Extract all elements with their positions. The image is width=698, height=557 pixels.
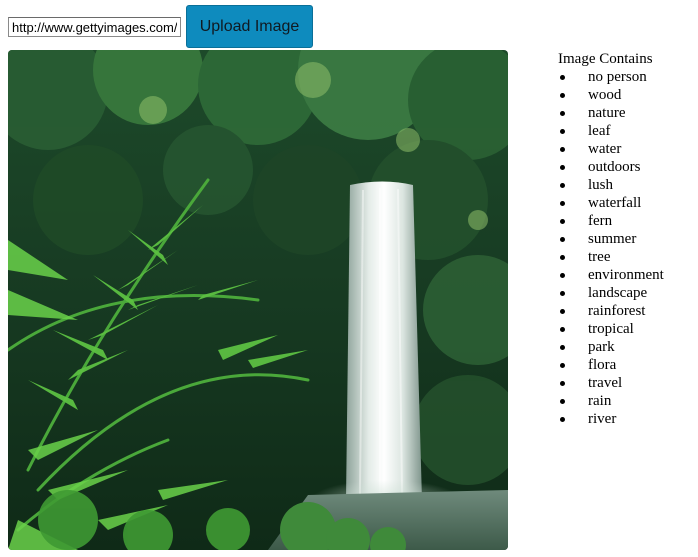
tag-item: travel <box>558 374 664 392</box>
tag-label: tree <box>588 249 611 265</box>
upload-image-button[interactable]: Upload Image <box>186 5 313 48</box>
tag-label: landscape <box>588 285 648 301</box>
bullet-icon <box>560 327 565 332</box>
tag-item: landscape <box>558 284 664 302</box>
tag-label: water <box>588 141 622 157</box>
tag-label: wood <box>588 87 622 103</box>
bullet-icon <box>560 381 565 386</box>
bullet-icon <box>560 237 565 242</box>
tag-item: leaf <box>558 122 664 140</box>
tag-label: environment <box>588 267 664 283</box>
bullet-icon <box>560 219 565 224</box>
bullet-icon <box>560 129 565 134</box>
bullet-icon <box>560 363 565 368</box>
bullet-icon <box>560 111 565 116</box>
tag-item: wood <box>558 86 664 104</box>
tag-list: no person wood nature leaf water outdoor… <box>558 68 664 428</box>
tag-item: lush <box>558 176 664 194</box>
tag-label: river <box>588 411 617 427</box>
tag-label: waterfall <box>588 195 642 211</box>
bullet-icon <box>560 183 565 188</box>
bullet-icon <box>560 201 565 206</box>
tag-item: environment <box>558 266 664 284</box>
bullet-icon <box>560 345 565 350</box>
image-url-input[interactable] <box>8 17 181 37</box>
tag-label: flora <box>588 357 617 373</box>
bullet-icon <box>560 255 565 260</box>
tag-label: nature <box>588 105 626 121</box>
tag-item: nature <box>558 104 664 122</box>
bullet-icon <box>560 399 565 404</box>
tag-item: park <box>558 338 664 356</box>
tag-label: rain <box>588 393 612 409</box>
tag-item: flora <box>558 356 664 374</box>
tag-label: lush <box>588 177 614 193</box>
bullet-icon <box>560 93 565 98</box>
image-tags-panel: Image Contains no person wood nature lea… <box>558 50 664 428</box>
tag-label: no person <box>588 69 647 85</box>
tag-item: water <box>558 140 664 158</box>
bullet-icon <box>560 75 565 80</box>
tag-item: outdoors <box>558 158 664 176</box>
bullet-icon <box>560 309 565 314</box>
tag-item: rainforest <box>558 302 664 320</box>
tag-item: tree <box>558 248 664 266</box>
tag-item: tropical <box>558 320 664 338</box>
bullet-icon <box>560 165 565 170</box>
tags-title: Image Contains <box>558 51 653 67</box>
tag-label: park <box>588 339 615 355</box>
tag-label: fern <box>588 213 613 229</box>
tag-item: fern <box>558 212 664 230</box>
tag-item: summer <box>558 230 664 248</box>
bullet-icon <box>560 291 565 296</box>
bullet-icon <box>560 417 565 422</box>
bullet-icon <box>560 147 565 152</box>
tag-label: outdoors <box>588 159 641 175</box>
uploaded-image <box>8 50 508 550</box>
tag-item: no person <box>558 68 664 86</box>
bullet-icon <box>560 273 565 278</box>
tag-label: leaf <box>588 123 611 139</box>
tag-label: travel <box>588 375 623 391</box>
tag-item: river <box>558 410 664 428</box>
tag-item: rain <box>558 392 664 410</box>
tag-label: summer <box>588 231 637 247</box>
tag-label: tropical <box>588 321 634 337</box>
tag-item: waterfall <box>558 194 664 212</box>
tag-label: rainforest <box>588 303 646 319</box>
